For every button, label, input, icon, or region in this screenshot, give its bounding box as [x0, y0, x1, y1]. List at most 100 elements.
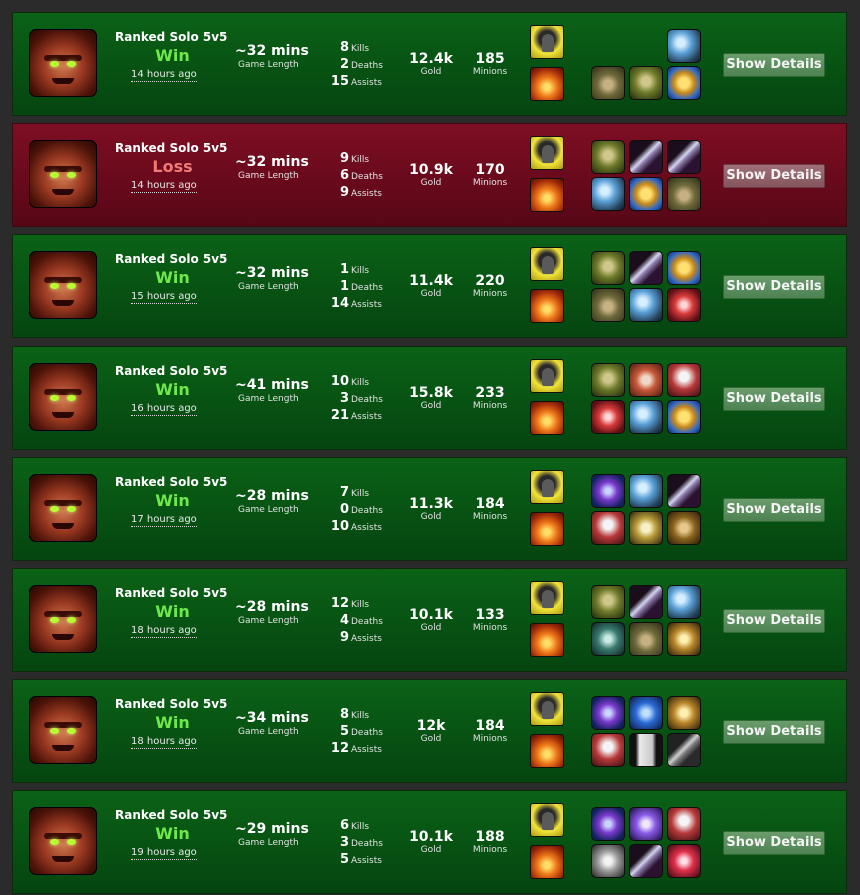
gold-value: 12k — [416, 718, 446, 735]
kills-label: Kills — [351, 266, 370, 277]
show-details-button[interactable]: Show Details — [723, 497, 825, 522]
hat-item-icon[interactable] — [591, 585, 625, 619]
minions-label: Minions — [472, 623, 508, 633]
flash-spell-icon[interactable] — [530, 469, 564, 504]
show-details-button[interactable]: Show Details — [723, 53, 825, 77]
match-result: Win — [155, 713, 190, 733]
shield-item-icon[interactable] — [667, 251, 701, 286]
sword-item-icon[interactable] — [667, 473, 701, 508]
gold-value: 10.1k — [409, 607, 453, 623]
gauntlet-item-icon[interactable] — [667, 696, 701, 731]
hammer-item-icon[interactable] — [629, 473, 663, 508]
hammer-item-icon[interactable] — [591, 177, 625, 212]
game-length: ~32 mins — [235, 43, 309, 59]
axe-item-icon[interactable] — [667, 362, 701, 397]
gem-item-icon[interactable] — [667, 844, 701, 879]
cleaver-item-icon[interactable] — [629, 362, 663, 397]
hammer-item-icon[interactable] — [667, 29, 701, 63]
minions-label: Minions — [472, 511, 508, 522]
assists-value: 15 — [330, 74, 349, 89]
assists-value: 9 — [339, 185, 349, 201]
gold-label: Gold — [420, 623, 442, 633]
armor-item-icon[interactable] — [629, 510, 663, 545]
assists-value: 10 — [330, 518, 349, 534]
flash-spell-icon[interactable] — [530, 25, 564, 59]
flash-spell-icon[interactable] — [530, 358, 564, 393]
assists-label: Assists — [351, 78, 382, 88]
shield-item-icon[interactable] — [629, 177, 663, 212]
boots-item-icon[interactable] — [629, 622, 663, 656]
game-length: ~34 mins — [235, 710, 309, 727]
sword-item-icon[interactable] — [629, 140, 663, 175]
kda-stats: 7 Kills 0 Deaths 10 Assists — [315, 482, 395, 534]
hammer-item-icon[interactable] — [629, 288, 663, 323]
ignite-spell-icon[interactable] — [530, 734, 564, 769]
shield-item-icon[interactable] — [667, 66, 701, 100]
crystal-item-icon[interactable] — [667, 288, 701, 323]
sword-item-icon[interactable] — [629, 844, 663, 879]
dagger-item-icon[interactable] — [591, 622, 625, 656]
show-details-button[interactable]: Show Details — [723, 164, 825, 189]
deaths-label: Deaths — [351, 172, 383, 183]
time-ago: 19 hours ago — [131, 847, 197, 861]
deaths-label: Deaths — [351, 283, 383, 294]
ignite-spell-icon[interactable] — [530, 623, 564, 657]
match-row: Ranked Solo 5v5 Win 17 hours ago ~28 min… — [12, 456, 847, 561]
sword-item-icon[interactable] — [667, 140, 701, 175]
minions-label: Minions — [472, 734, 508, 745]
sword-item-icon[interactable] — [629, 585, 663, 619]
show-details-button[interactable]: Show Details — [723, 831, 825, 856]
ignite-spell-icon[interactable] — [530, 845, 564, 880]
champion-portrait — [29, 807, 97, 876]
boots-item-icon[interactable] — [591, 288, 625, 323]
card-item-icon[interactable] — [629, 733, 663, 768]
axe-item-icon[interactable] — [667, 807, 701, 842]
potion-item-icon[interactable] — [591, 807, 625, 842]
hammer-item-icon[interactable] — [667, 585, 701, 619]
ignite-spell-icon[interactable] — [530, 511, 564, 546]
show-details-button[interactable]: Show Details — [723, 386, 825, 411]
flash-spell-icon[interactable] — [530, 581, 564, 615]
flash-spell-icon[interactable] — [530, 136, 564, 171]
bow-item-icon[interactable] — [629, 696, 663, 731]
boots-item-icon[interactable] — [591, 66, 625, 100]
blade-item-icon[interactable] — [667, 733, 701, 768]
gauntlet-item-icon[interactable] — [667, 622, 701, 656]
cloak-item-icon[interactable] — [667, 510, 701, 545]
shield-item-icon[interactable] — [667, 399, 701, 434]
ignite-spell-icon[interactable] — [530, 400, 564, 435]
minions-label: Minions — [472, 289, 508, 300]
gold-value: 12.4k — [409, 51, 453, 67]
show-details-button[interactable]: Show Details — [723, 609, 825, 633]
potion-item-icon[interactable] — [591, 696, 625, 731]
sword-item-icon[interactable] — [629, 251, 663, 286]
show-details-button[interactable]: Show Details — [723, 275, 825, 300]
hat-item-icon[interactable] — [591, 251, 625, 286]
match-result: Loss — [152, 157, 193, 177]
match-row: Ranked Solo 5v5 Win 14 hours ago ~32 min… — [12, 12, 847, 116]
ignite-spell-icon[interactable] — [530, 67, 564, 101]
crystal-item-icon[interactable] — [591, 399, 625, 434]
potion-item-icon[interactable] — [591, 473, 625, 508]
axe-item-icon[interactable] — [591, 510, 625, 545]
ignite-spell-icon[interactable] — [530, 178, 564, 213]
hat-item-icon[interactable] — [591, 140, 625, 175]
gold-value: 10.1k — [409, 829, 453, 846]
boots-item-icon[interactable] — [667, 177, 701, 212]
flash-spell-icon[interactable] — [530, 692, 564, 727]
axe-item-icon[interactable] — [591, 733, 625, 768]
chest-item-icon[interactable] — [591, 844, 625, 879]
orb-item-icon[interactable] — [629, 807, 663, 842]
flash-spell-icon[interactable] — [530, 247, 564, 282]
hat-item-icon[interactable] — [629, 66, 663, 100]
hammer-item-icon[interactable] — [629, 399, 663, 434]
game-length: ~28 mins — [235, 487, 309, 504]
flash-spell-icon[interactable] — [530, 803, 564, 838]
match-row: Ranked Solo 5v5 Win 18 hours ago ~28 min… — [12, 568, 847, 672]
kills-label: Kills — [351, 488, 370, 499]
gold-label: Gold — [420, 845, 442, 856]
assists-label: Assists — [351, 300, 382, 311]
show-details-button[interactable]: Show Details — [723, 720, 825, 745]
hat-item-icon[interactable] — [591, 362, 625, 397]
ignite-spell-icon[interactable] — [530, 289, 564, 324]
